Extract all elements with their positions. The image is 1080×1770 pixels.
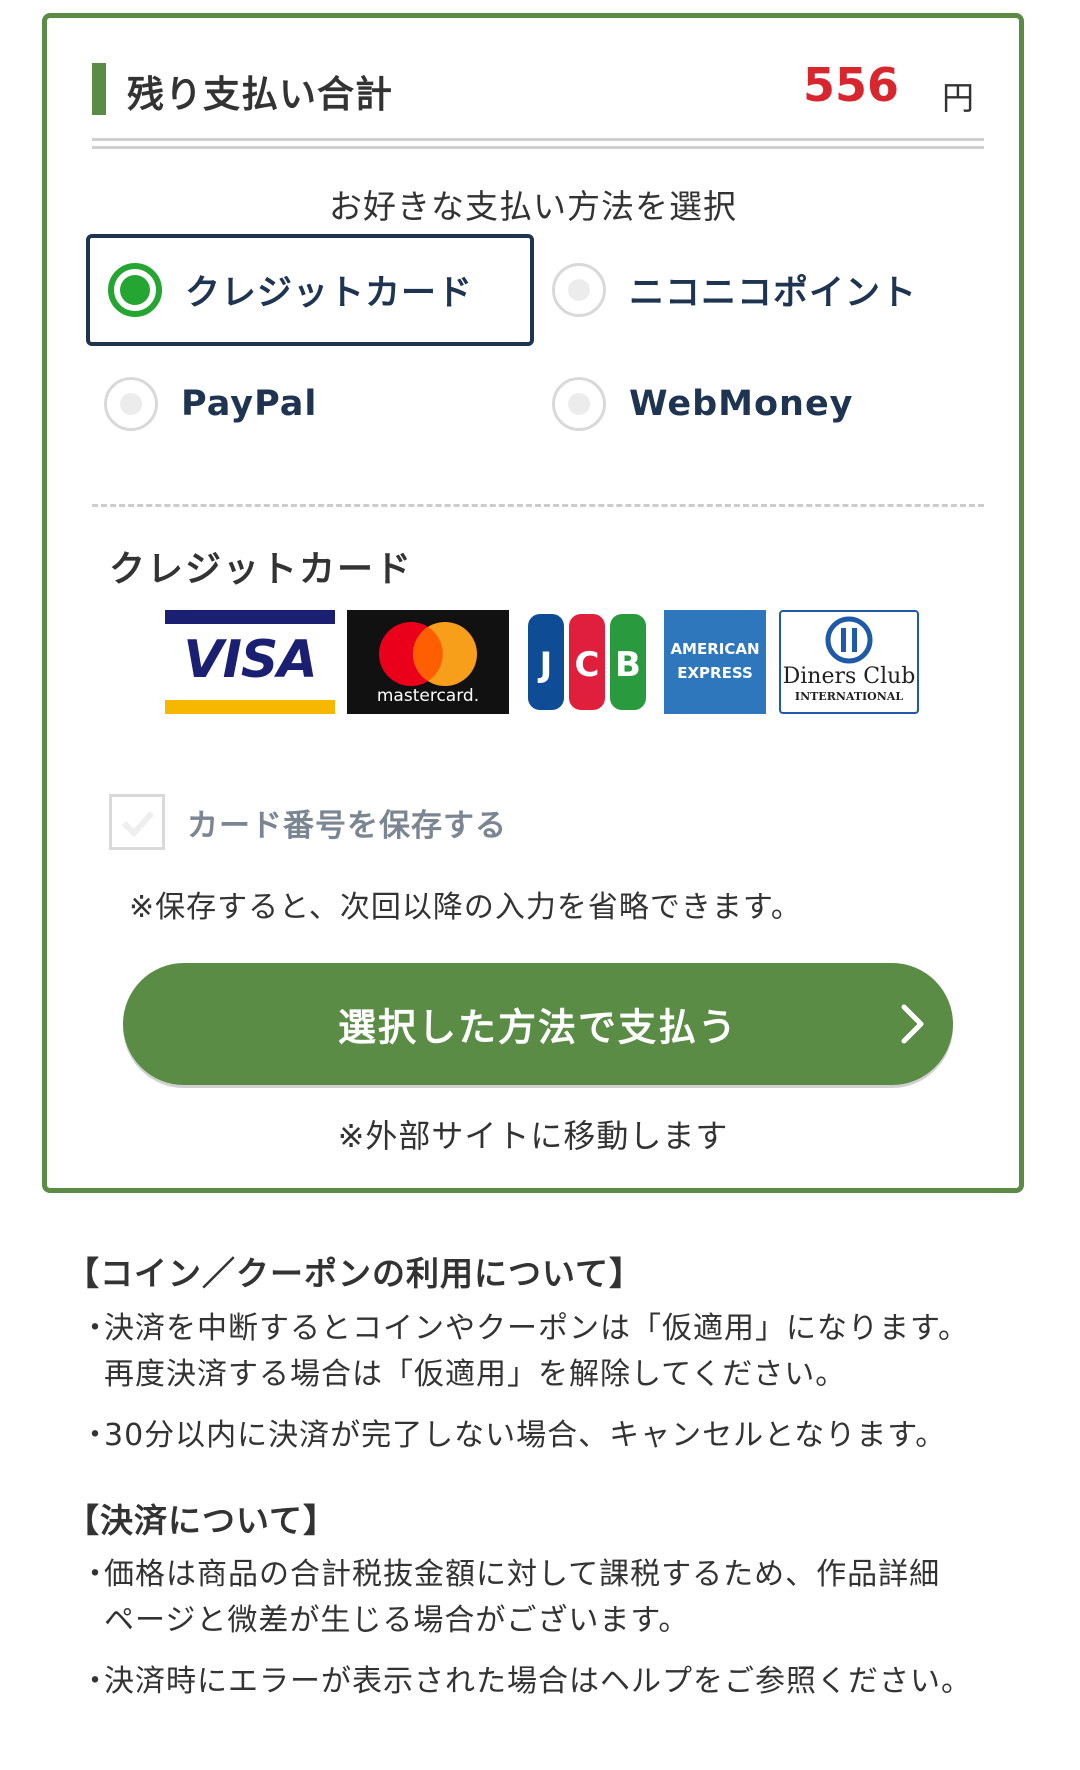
diners-club-logo: Diners Club INTERNATIONAL (779, 610, 919, 714)
pay-button-label: 選択した方法で支払う (337, 1005, 738, 1050)
pay-with-selected-method-button[interactable]: 選択した方法で支払う (123, 963, 953, 1085)
payment-option-label: WebMoney (629, 384, 854, 424)
external-site-note: ※外部サイトに移動します (337, 1117, 729, 1155)
payment-option-label: PayPal (181, 384, 318, 424)
save-card-checkbox[interactable] (109, 794, 165, 850)
save-card-note: ※保存すると、次回以降の入力を省略できます。 (129, 890, 802, 925)
payment-option-niconico-point[interactable]: ニコニコポイント (534, 234, 982, 346)
currency-unit: 円 (941, 79, 974, 117)
remaining-total-amount: 556 (802, 58, 899, 112)
payment-option-credit-card[interactable]: クレジットカード (86, 234, 534, 346)
radio-selected-icon[interactable] (108, 263, 162, 317)
american-express-logo: AMERICAN EXPRESS (664, 610, 766, 714)
heading-accent-bar (92, 63, 106, 115)
payment-option-label: クレジットカード (185, 273, 474, 314)
divider (92, 146, 984, 149)
save-card-label[interactable]: カード番号を保存する (187, 800, 507, 845)
credit-card-section-title: クレジットカード (109, 549, 414, 590)
svg-text:J: J (538, 645, 553, 685)
payment-info-heading: 【決済について】 (66, 1501, 338, 1540)
mastercard-logo: mastercard. (347, 610, 509, 714)
divider (92, 138, 984, 141)
method-prompt: お好きな支払い方法を選択 (329, 187, 737, 226)
checkmark-icon (121, 810, 155, 838)
svg-text:C: C (575, 645, 600, 685)
payment-option-paypal[interactable]: PayPal (86, 348, 534, 460)
visa-logo: VISA (165, 610, 335, 714)
info-list-item: ・ 決済時にエラーが表示された場合はヘルプをご参照ください。 (80, 1664, 972, 1699)
info-list-item: ・ 決済を中断するとコインやクーポンは「仮適用」になります。 再度決済する場合は… (80, 1311, 969, 1392)
dashed-divider (92, 504, 984, 507)
radio-unselected-icon[interactable] (104, 377, 158, 431)
info-list-item: ・ 30分以内に決済が完了しない場合、キャンセルとなります。 (80, 1418, 947, 1453)
coin-coupon-heading: 【コイン／クーポンの利用について】 (66, 1254, 644, 1293)
radio-unselected-icon[interactable] (552, 377, 606, 431)
chevron-right-icon (901, 1004, 924, 1044)
remaining-total-title: 残り支払い合計 (127, 73, 393, 116)
jcb-logo: J C B (526, 610, 648, 714)
radio-unselected-icon[interactable] (552, 263, 606, 317)
payment-option-webmoney[interactable]: WebMoney (534, 348, 982, 460)
info-list-item: ・ 価格は商品の合計税抜金額に対して課税するため、作品詳細 ページと微差が生じる… (80, 1557, 941, 1638)
payment-panel: 残り支払い合計 556 円 お好きな支払い方法を選択 クレジットカード ニコニコ… (42, 13, 1024, 1193)
svg-text:B: B (615, 645, 641, 685)
payment-option-label: ニコニコポイント (629, 273, 918, 314)
